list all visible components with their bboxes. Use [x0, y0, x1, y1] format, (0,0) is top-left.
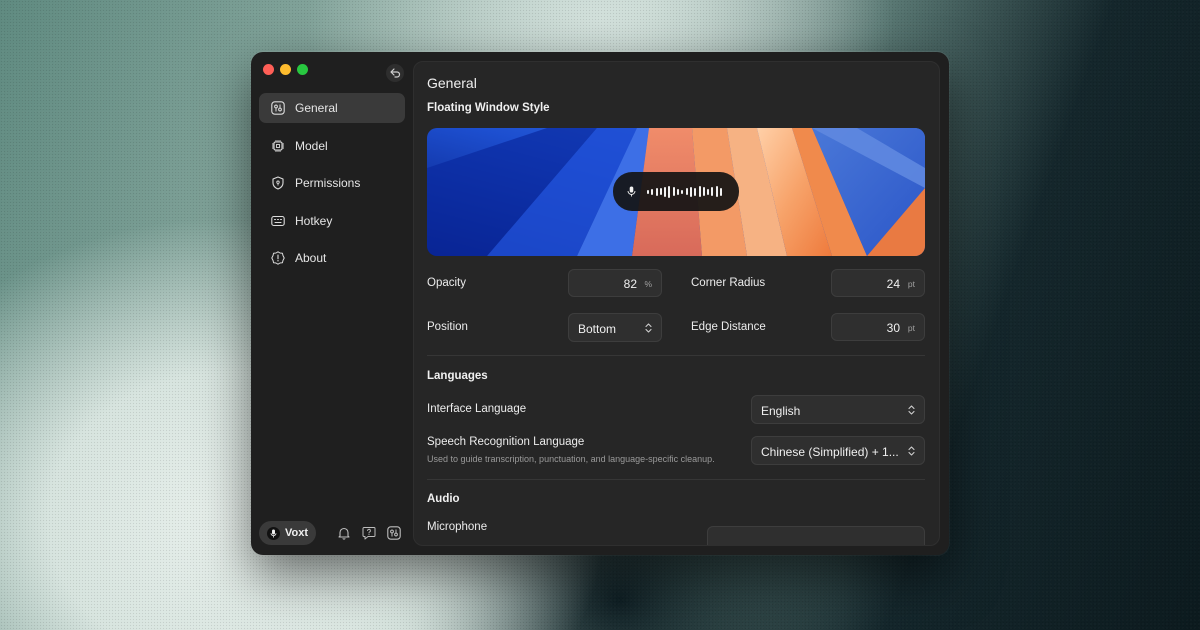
sidebar-item-label: Hotkey — [295, 213, 333, 228]
position-label: Position — [427, 321, 468, 333]
speech-language-description: Used to guide transcription, punctuation… — [427, 454, 715, 464]
brand-button[interactable]: Voxt — [259, 521, 316, 545]
section-divider — [427, 479, 925, 480]
up-down-chevron-icon — [908, 405, 915, 415]
minimize-window-button[interactable] — [280, 64, 291, 75]
sidebar-item-label: General — [295, 101, 338, 115]
shield-icon — [271, 176, 285, 190]
general-icon — [271, 101, 285, 115]
corner-radius-label: Corner Radius — [691, 277, 766, 289]
interface-language-select[interactable]: English — [751, 395, 925, 424]
sidebar-item-label: About — [295, 251, 327, 265]
corner-radius-unit: pt — [907, 279, 915, 289]
keyboard-icon — [271, 214, 285, 228]
opacity-label: Opacity — [427, 277, 466, 289]
speech-language-select[interactable]: Chinese (Simplified) + 1... — [751, 436, 925, 465]
edge-distance-field[interactable]: 30 pt — [831, 313, 925, 341]
page-title: General — [427, 75, 477, 91]
zoom-window-button[interactable] — [297, 64, 308, 75]
sidebar-footer: Voxt — [259, 521, 405, 545]
window-controls — [263, 64, 308, 75]
sidebar-item-about[interactable]: About — [259, 243, 405, 273]
edge-distance-label: Edge Distance — [691, 321, 766, 333]
floating-window-section-title: Floating Window Style — [427, 102, 550, 114]
sidebar-item-model[interactable]: Model — [259, 131, 405, 161]
bell-icon[interactable] — [336, 525, 352, 541]
sidebar-item-label: Model — [295, 138, 328, 153]
waveform — [647, 185, 723, 199]
close-window-button[interactable] — [263, 64, 274, 75]
speech-language-value: Chinese (Simplified) + 1... — [761, 445, 899, 459]
edge-distance-unit: pt — [907, 323, 915, 333]
microphone-select[interactable] — [707, 526, 925, 545]
sidebar: General Model Permissions Hotkey About V… — [251, 52, 413, 555]
opacity-unit: % — [644, 279, 652, 289]
desktop-background: General Model Permissions Hotkey About V… — [0, 0, 1200, 630]
general-icon[interactable] — [386, 525, 402, 541]
sidebar-item-label: Permissions — [295, 176, 361, 190]
up-down-chevron-icon — [908, 446, 915, 456]
languages-section-title: Languages — [427, 370, 488, 382]
brand-label: Voxt — [285, 527, 309, 539]
audio-section-title: Audio — [427, 493, 460, 505]
floating-window-preview — [427, 128, 925, 256]
position-value: Bottom — [578, 322, 617, 336]
settings-window: General Model Permissions Hotkey About V… — [251, 52, 949, 555]
info-icon — [271, 251, 285, 265]
microphone-icon — [267, 526, 280, 540]
opacity-field[interactable]: 82 % — [568, 269, 662, 297]
sidebar-item-hotkey[interactable]: Hotkey — [259, 206, 405, 236]
edge-distance-value: 30 — [886, 321, 900, 335]
speech-language-label: Speech Recognition Language — [427, 436, 585, 448]
sidebar-back-button[interactable] — [386, 64, 404, 82]
microphone-label: Microphone — [427, 521, 488, 533]
position-select[interactable]: Bottom — [568, 313, 662, 342]
opacity-value: 82 — [623, 277, 637, 291]
settings-content: General Floating Window Style Opacity 82… — [413, 61, 940, 546]
microphone-icon — [627, 186, 636, 197]
sidebar-item-permissions[interactable]: Permissions — [259, 168, 405, 198]
chip-icon — [271, 139, 285, 153]
up-down-chevron-icon — [645, 323, 652, 333]
section-divider — [427, 355, 925, 356]
sidebar-item-general[interactable]: General — [259, 93, 405, 123]
corner-radius-value: 24 — [886, 277, 900, 291]
recording-pill-preview — [613, 172, 739, 211]
sidebar-back-icon — [389, 68, 400, 78]
interface-language-label: Interface Language — [427, 403, 527, 415]
corner-radius-field[interactable]: 24 pt — [831, 269, 925, 297]
help-icon[interactable] — [361, 525, 377, 541]
sidebar-nav: General Model Permissions Hotkey About — [259, 93, 405, 281]
interface-language-value: English — [761, 404, 801, 418]
